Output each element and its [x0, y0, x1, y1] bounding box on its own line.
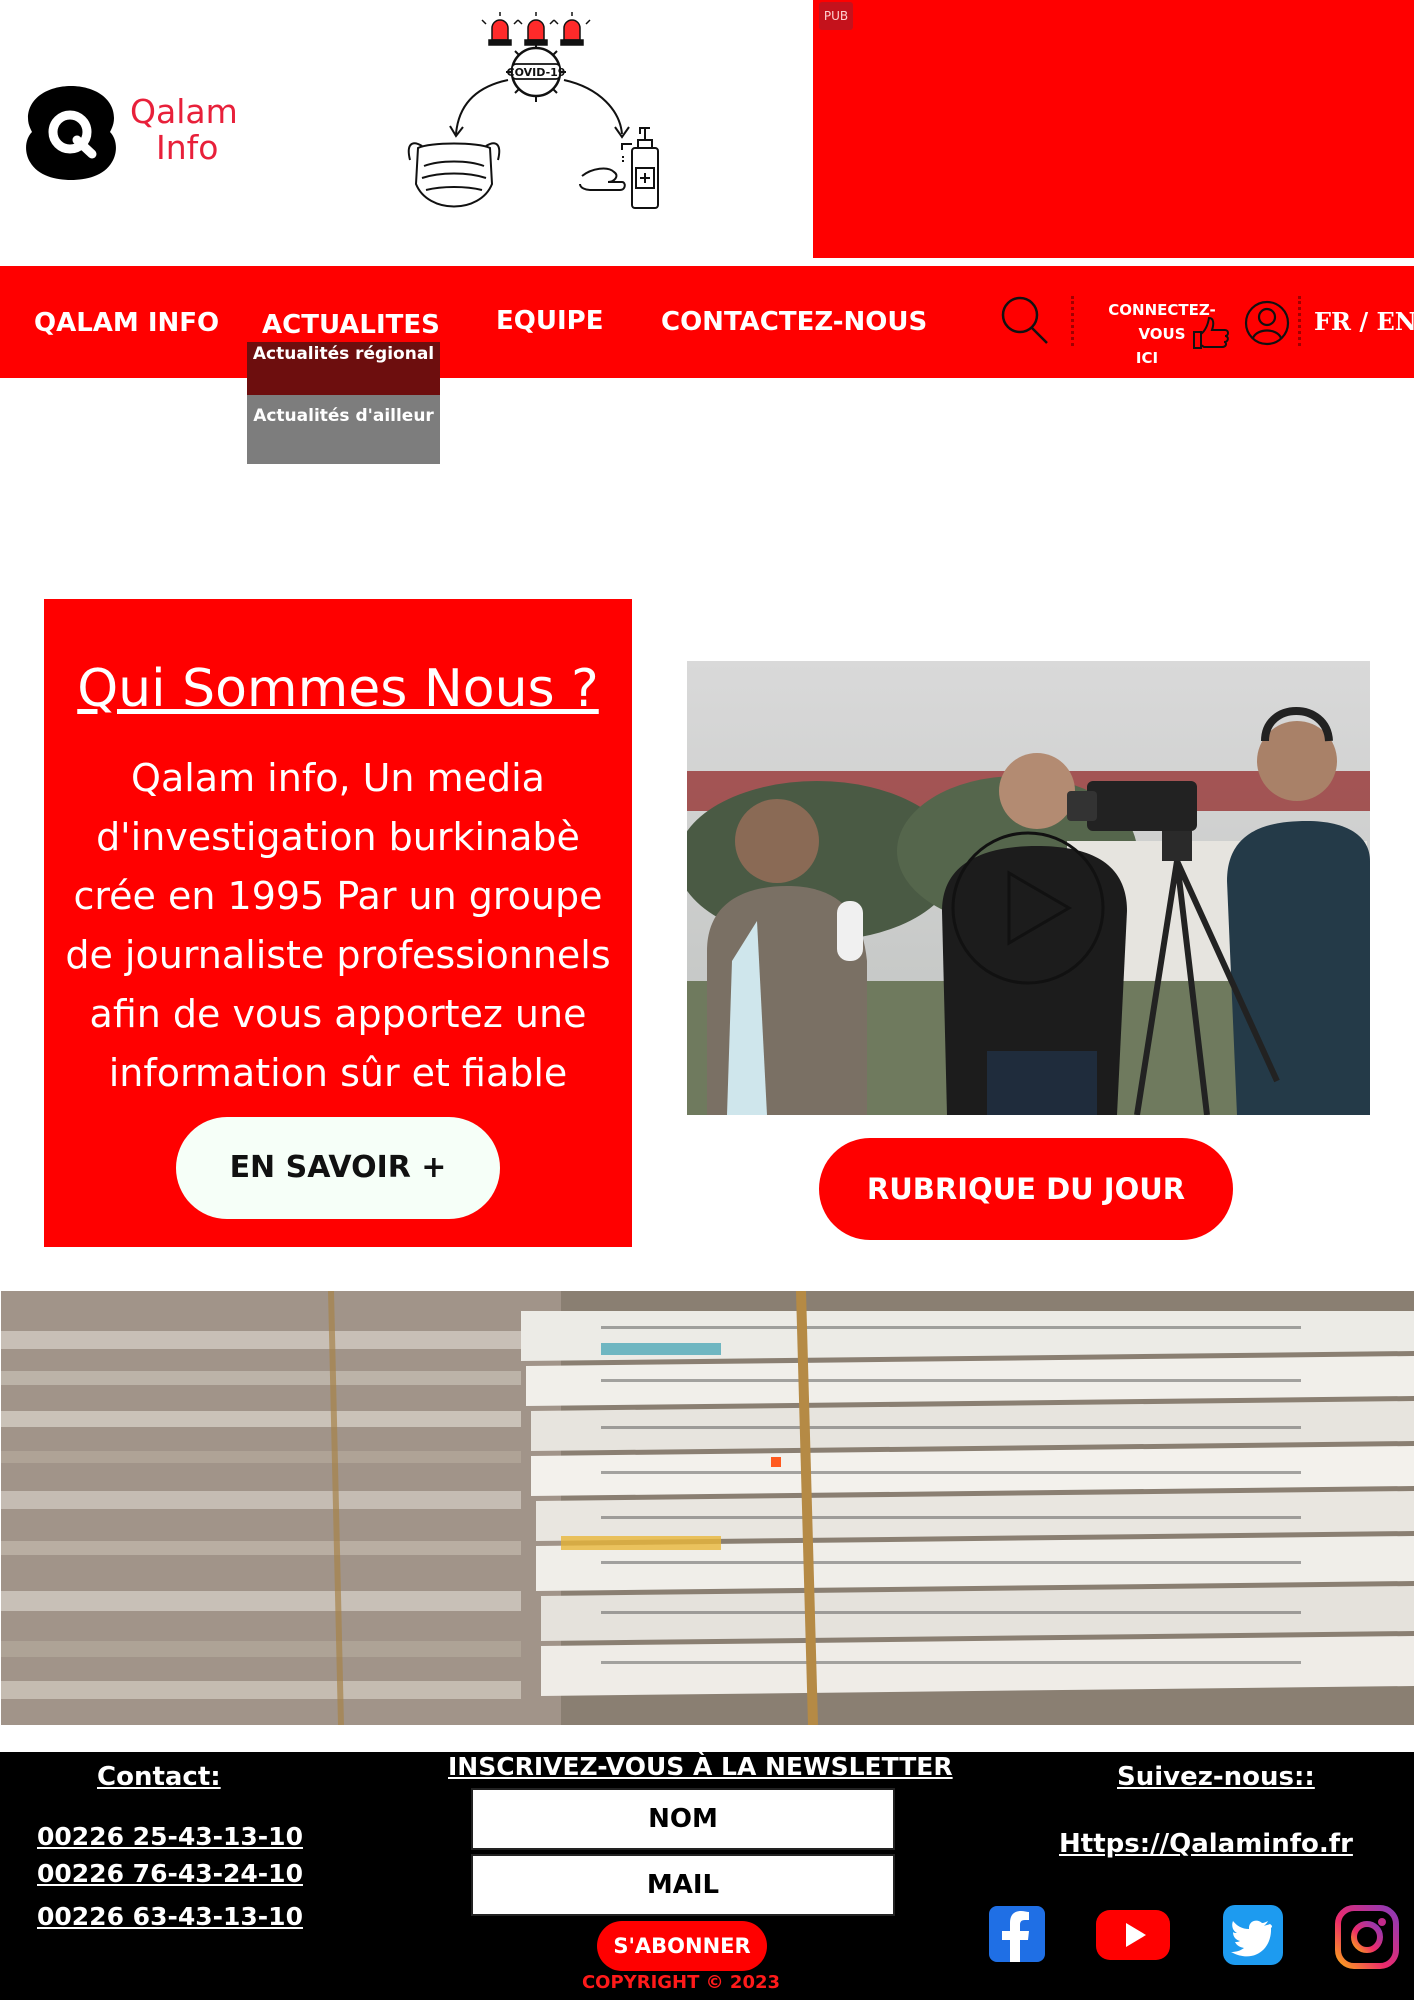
instagram-icon[interactable] — [1334, 1904, 1400, 1970]
login-line2: ICI — [1135, 349, 1159, 367]
site-logo[interactable]: Qalam Info — [22, 84, 252, 182]
nav-divider — [1071, 296, 1074, 346]
covid-illustration: COVID-19 — [407, 12, 659, 209]
logo-q-icon — [26, 86, 116, 180]
learn-more-button[interactable]: EN SAVOIR + — [176, 1117, 500, 1219]
contact-title: Contact: — [97, 1762, 221, 1792]
phone-3[interactable]: 00226 63-43-13-10 — [37, 1902, 303, 1931]
subscribe-button[interactable]: S'ABONNER — [597, 1921, 767, 1971]
sanitizer-icon — [579, 127, 659, 209]
copyright: COPYRIGHT © 2023 — [581, 1972, 781, 1993]
website-link[interactable]: Https://Qalaminfo.fr — [1059, 1829, 1353, 1859]
actualites-dropdown: Actualités régional Actualités d'ailleur — [247, 342, 440, 464]
logo-text: Qalam Info — [130, 94, 238, 166]
search-icon[interactable] — [1000, 295, 1050, 347]
facebook-icon[interactable] — [987, 1904, 1047, 1964]
twitter-icon[interactable] — [1222, 1904, 1284, 1966]
footer: Contact: 00226 25-43-13-10 00226 76-43-2… — [0, 1752, 1414, 2000]
phone-2[interactable]: 00226 76-43-24-10 — [37, 1859, 303, 1888]
nav-divider — [1298, 296, 1301, 346]
name-field[interactable]: NOM — [471, 1788, 895, 1850]
video-thumbnail[interactable] — [687, 661, 1370, 1115]
mask-icon — [407, 142, 501, 208]
nav-item-contactez-nous[interactable]: CONTACTEZ-NOUS — [661, 307, 927, 337]
ad-banner[interactable]: PUB — [813, 0, 1414, 258]
phone-1[interactable]: 00226 25-43-13-10 — [37, 1822, 303, 1851]
dropdown-item-ailleur[interactable]: Actualités d'ailleur — [247, 404, 440, 462]
about-text: Qalam info, Un media d'investigation bur… — [65, 756, 611, 1095]
covid-label: COVID-19 — [507, 66, 566, 79]
user-icon[interactable] — [1243, 300, 1291, 346]
logo-line2: Info — [156, 128, 219, 167]
language-switch[interactable]: FR / EN — [1314, 307, 1414, 336]
pub-badge: PUB — [819, 2, 853, 30]
youtube-icon[interactable] — [1094, 1904, 1172, 1964]
nav-item-actualites[interactable]: ACTUALITES — [262, 310, 440, 340]
newsletter-title: INSCRIVEZ-VOUS À LA NEWSLETTER — [448, 1752, 953, 1781]
dropdown-item-regional[interactable]: Actualités régional — [247, 342, 440, 395]
about-card: Qui Sommes Nous ? Qalam info, Un media d… — [44, 599, 632, 1247]
newspapers-photo — [1, 1291, 1414, 1725]
follow-title: Suivez-nous:: — [1117, 1762, 1315, 1792]
login-link[interactable]: CONNECTEZ-VOUS ICI — [1086, 298, 1238, 370]
daily-section-button[interactable]: RUBRIQUE DU JOUR — [819, 1138, 1233, 1240]
mail-field[interactable]: MAIL — [471, 1854, 895, 1916]
login-line1: CONNECTEZ-VOUS — [1108, 301, 1216, 343]
virus-icon: COVID-19 — [506, 42, 566, 102]
about-title[interactable]: Qui Sommes Nous ? — [44, 659, 632, 719]
nav-item-equipe[interactable]: EQUIPE — [496, 306, 603, 336]
alarm-icon — [488, 19, 584, 46]
nav-item-qalam-info[interactable]: QALAM INFO — [34, 308, 219, 338]
logo-line1: Qalam — [130, 92, 238, 131]
